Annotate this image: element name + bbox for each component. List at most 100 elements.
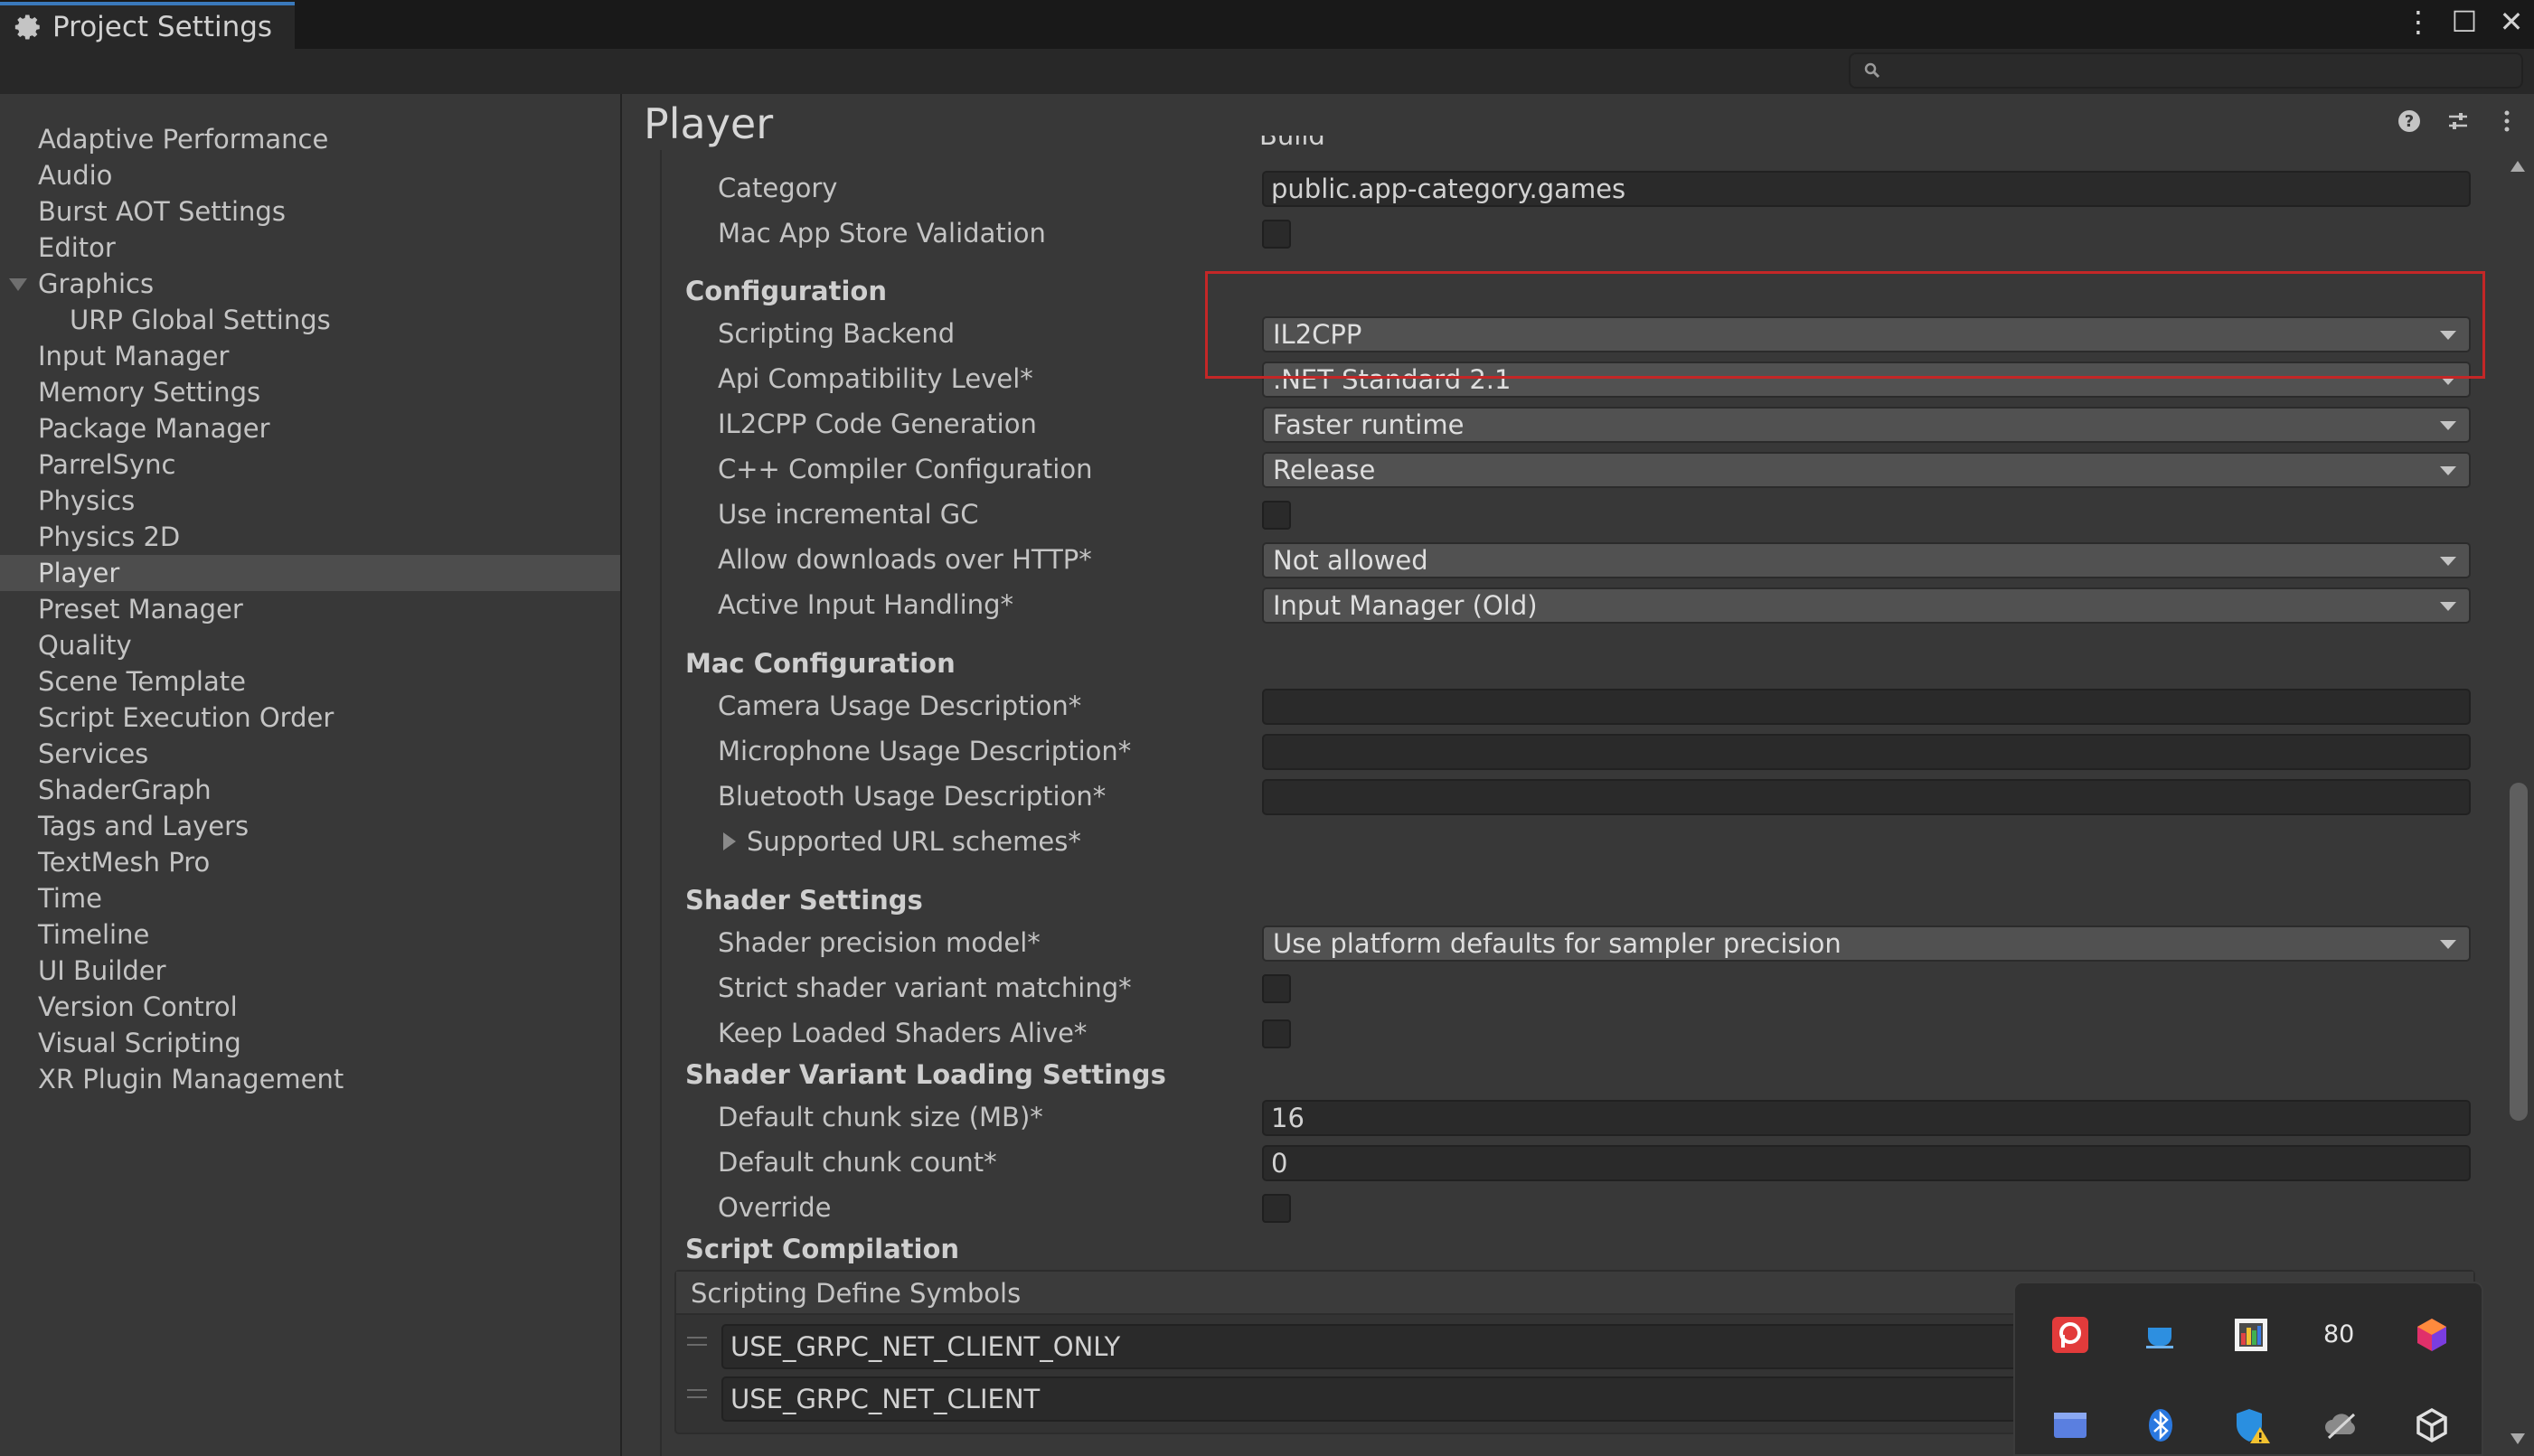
window-app-icon[interactable] bbox=[2050, 1405, 2090, 1445]
unity-icon[interactable] bbox=[2412, 1405, 2452, 1445]
keep-loaded-checkbox[interactable] bbox=[1262, 1019, 1291, 1048]
chevron-down-icon bbox=[2440, 602, 2456, 611]
strict-variant-checkbox[interactable] bbox=[1262, 974, 1291, 1003]
sidebar-item-quality[interactable]: Quality bbox=[0, 627, 620, 663]
security-warning-icon[interactable] bbox=[2231, 1405, 2271, 1445]
cpp-compiler-label: C++ Compiler Configuration bbox=[718, 454, 1093, 484]
scroll-up-icon[interactable] bbox=[2510, 161, 2525, 172]
row-url-schemes[interactable]: Supported URL schemes* bbox=[662, 819, 2483, 864]
search-icon bbox=[1864, 62, 1880, 79]
sidebar-item-memory-settings[interactable]: Memory Settings bbox=[0, 374, 620, 410]
maximize-icon[interactable]: ☐ bbox=[2451, 5, 2478, 38]
category-label: Category bbox=[718, 173, 838, 203]
override-checkbox[interactable] bbox=[1262, 1194, 1291, 1223]
drag-handle-icon[interactable] bbox=[687, 1337, 707, 1346]
highlight-box bbox=[1205, 271, 2485, 379]
cpp-compiler-dropdown[interactable]: Release bbox=[1262, 452, 2471, 488]
mic-usage-field[interactable] bbox=[1262, 734, 2471, 770]
section-shader-variant-loading: Shader Variant Loading Settings bbox=[685, 1059, 1166, 1090]
sidebar-item-scene-template[interactable]: Scene Template bbox=[0, 663, 620, 700]
bt-usage-label: Bluetooth Usage Description* bbox=[718, 781, 1107, 812]
sidebar-item-script-execution-order[interactable]: Script Execution Order bbox=[0, 700, 620, 736]
system-tray-overflow: 80 bbox=[2013, 1282, 2483, 1456]
fold-arrow-icon[interactable] bbox=[9, 278, 27, 291]
help-icon[interactable]: ? bbox=[2397, 108, 2422, 134]
chunk-count-field[interactable]: 0 bbox=[1262, 1145, 2471, 1181]
chevron-down-icon bbox=[2440, 557, 2456, 566]
window-controls: ⋮ ☐ ✕ bbox=[2404, 5, 2525, 38]
shader-precision-label: Shader precision model* bbox=[718, 927, 1041, 958]
clipped-field-label: Build bbox=[1259, 136, 1325, 150]
sidebar-item-input-manager[interactable]: Input Manager bbox=[0, 338, 620, 374]
sidebar-item-textmesh-pro[interactable]: TextMesh Pro bbox=[0, 844, 620, 880]
row-category: Category public.app-category.games bbox=[662, 165, 2483, 211]
cloud-offline-icon[interactable] bbox=[2322, 1405, 2361, 1445]
drag-handle-icon[interactable] bbox=[687, 1389, 707, 1398]
row-camera-usage: Camera Usage Description* bbox=[662, 683, 2483, 728]
preset-sliders-icon[interactable] bbox=[2445, 108, 2471, 134]
row-override: Override bbox=[662, 1185, 2483, 1230]
bt-usage-field[interactable] bbox=[1262, 779, 2471, 815]
remote-app-icon[interactable] bbox=[2050, 1315, 2090, 1355]
more-options-icon[interactable] bbox=[2494, 108, 2520, 134]
camera-usage-label: Camera Usage Description* bbox=[718, 690, 1082, 721]
close-icon[interactable]: ✕ bbox=[2498, 5, 2525, 38]
sidebar-item-xr-plugin-management[interactable]: XR Plugin Management bbox=[0, 1061, 620, 1097]
search-input[interactable] bbox=[1849, 52, 2523, 89]
row-shader-precision: Shader precision model* Use platform def… bbox=[662, 920, 2483, 965]
sidebar-item-timeline[interactable]: Timeline bbox=[0, 916, 620, 953]
row-bt-usage: Bluetooth Usage Description* bbox=[662, 774, 2483, 819]
sidebar-item-version-control[interactable]: Version Control bbox=[0, 989, 620, 1025]
tray-count-badge[interactable]: 80 bbox=[2323, 1315, 2354, 1355]
chevron-down-icon bbox=[2440, 940, 2456, 949]
bluetooth-icon[interactable] bbox=[2141, 1405, 2181, 1445]
sidebar-item-editor[interactable]: Editor bbox=[0, 230, 620, 266]
shader-precision-dropdown[interactable]: Use platform defaults for sampler precis… bbox=[1262, 925, 2471, 962]
category-field[interactable]: public.app-category.games bbox=[1262, 171, 2471, 207]
sidebar-item-visual-scripting[interactable]: Visual Scripting bbox=[0, 1025, 620, 1061]
il2cpp-codegen-dropdown[interactable]: Faster runtime bbox=[1262, 407, 2471, 443]
gear-icon bbox=[14, 14, 40, 40]
sidebar-item-parrelsync[interactable]: ParrelSync bbox=[0, 446, 620, 483]
header-icons: ? bbox=[2397, 108, 2520, 134]
chunk-count-label: Default chunk count* bbox=[718, 1147, 997, 1178]
sidebar-item-tags-and-layers[interactable]: Tags and Layers bbox=[0, 808, 620, 844]
row-chunk-size: Default chunk size (MB)* 16 bbox=[662, 1094, 2483, 1140]
sidebar-item-time[interactable]: Time bbox=[0, 880, 620, 916]
color-palette-icon[interactable] bbox=[2231, 1315, 2271, 1355]
sidebar-item-physics-2d[interactable]: Physics 2D bbox=[0, 519, 620, 555]
scripting-backend-label: Scripting Backend bbox=[718, 318, 956, 349]
keep-loaded-label: Keep Loaded Shaders Alive* bbox=[718, 1018, 1088, 1048]
sidebar-item-physics[interactable]: Physics bbox=[0, 483, 620, 519]
scroll-down-icon[interactable] bbox=[2510, 1433, 2525, 1444]
incremental-gc-label: Use incremental GC bbox=[718, 499, 979, 530]
sidebar-item-shadergraph[interactable]: ShaderGraph bbox=[0, 772, 620, 808]
sidebar-item-adaptive-performance[interactable]: Adaptive Performance bbox=[0, 121, 620, 157]
sidebar-item-audio[interactable]: Audio bbox=[0, 157, 620, 193]
sidebar-item-graphics[interactable]: Graphics bbox=[0, 266, 620, 302]
scrollbar-thumb[interactable] bbox=[2510, 783, 2528, 1121]
api-compat-label: Api Compatibility Level* bbox=[718, 363, 1033, 394]
chunk-size-field[interactable]: 16 bbox=[1262, 1100, 2471, 1136]
sidebar-item-ui-builder[interactable]: UI Builder bbox=[0, 953, 620, 989]
sidebar-item-preset-manager[interactable]: Preset Manager bbox=[0, 591, 620, 627]
sidebar-item-urp-global[interactable]: URP Global Settings bbox=[0, 302, 620, 338]
camera-usage-field[interactable] bbox=[1262, 689, 2471, 725]
sidebar-item-services[interactable]: Services bbox=[0, 736, 620, 772]
tab-project-settings[interactable]: Project Settings bbox=[0, 2, 295, 49]
coffee-cup-icon[interactable] bbox=[2141, 1315, 2181, 1355]
foldout-arrow-icon[interactable] bbox=[723, 832, 736, 850]
sidebar-item-player[interactable]: Player bbox=[0, 555, 620, 591]
url-schemes-label: Supported URL schemes* bbox=[747, 826, 1081, 857]
incremental-gc-checkbox[interactable] bbox=[1262, 501, 1291, 530]
dropdown-value: Use platform defaults for sampler precis… bbox=[1273, 928, 1842, 959]
mac-app-store-validation-checkbox[interactable] bbox=[1262, 220, 1291, 249]
section-configuration: Configuration bbox=[685, 276, 887, 306]
downloads-http-dropdown[interactable]: Not allowed bbox=[1262, 542, 2471, 578]
more-menu-icon[interactable]: ⋮ bbox=[2404, 5, 2433, 38]
input-handling-dropdown[interactable]: Input Manager (Old) bbox=[1262, 587, 2471, 624]
sidebar-item-package-manager[interactable]: Package Manager bbox=[0, 410, 620, 446]
settings-sidebar: Adaptive Performance Audio Burst AOT Set… bbox=[0, 94, 622, 1456]
cube-app-icon[interactable] bbox=[2412, 1315, 2452, 1355]
sidebar-item-burst-aot[interactable]: Burst AOT Settings bbox=[0, 193, 620, 230]
